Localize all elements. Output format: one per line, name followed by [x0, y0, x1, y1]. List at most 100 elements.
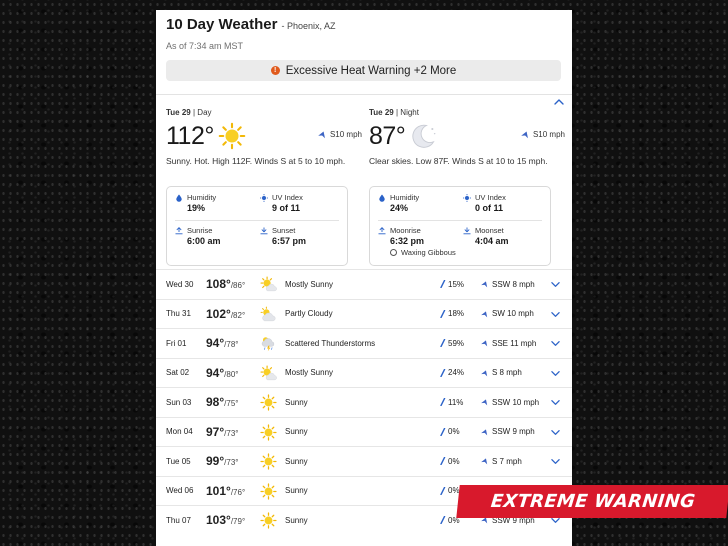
moonset-time: 4:04 am: [475, 236, 509, 246]
precip-drop-icon: [440, 398, 446, 406]
chevron-down-icon[interactable]: [551, 517, 560, 524]
forecast-date: Fri 01: [166, 338, 187, 348]
forecast-precip: 15%: [440, 280, 464, 289]
sunrise-time: 6:00 am: [187, 236, 221, 246]
night-panel-label: Tue 29 | Night: [369, 108, 419, 117]
forecast-row[interactable]: Sat 02 94°/80° Mostly Sunny 24% S 8 mph: [156, 357, 572, 388]
forecast-condition: Sunny: [285, 515, 308, 525]
forecast-row[interactable]: Tue 05 99°/73° Sunny 0% S 7 mph: [156, 446, 572, 476]
chevron-down-icon[interactable]: [551, 399, 560, 406]
forecast-temps: 108°/86°: [206, 277, 245, 291]
forecast-temps: 94°/78°: [206, 336, 238, 350]
page-title: 10 Day Weather: [166, 16, 278, 33]
forecast-condition: Sunny: [285, 486, 308, 496]
forecast-date: Wed 30: [166, 279, 194, 289]
chevron-down-icon[interactable]: [551, 281, 560, 288]
tonight-panel: Tue 29 | Night 87° S10 mph Clear skies. …: [369, 108, 565, 266]
night-humidity: 24%: [390, 203, 409, 213]
forecast-row[interactable]: Thu 31 102°/82° Partly Cloudy 18% SW 10 mph: [156, 298, 572, 329]
wind-direction-icon: [481, 310, 489, 318]
wind-direction-icon: [481, 428, 489, 436]
header: 10 Day Weather - Phoenix, AZ As of 7:34 …: [166, 16, 562, 51]
weather-card: 10 Day Weather - Phoenix, AZ As of 7:34 …: [156, 10, 572, 546]
forecast-high: 102°: [206, 306, 231, 321]
chevron-down-icon[interactable]: [551, 311, 560, 318]
mostly-sunny-icon: [260, 276, 277, 293]
location-label: - Phoenix, AZ: [281, 21, 336, 31]
sun-icon: [260, 512, 277, 529]
heat-warning-alert[interactable]: ! Excessive Heat Warning +2 More: [166, 60, 561, 81]
sun-icon: [260, 394, 277, 411]
forecast-temps: 99°/73°: [206, 454, 238, 468]
forecast-temps: 101°/76°: [206, 484, 245, 498]
partly-cloudy-icon: [260, 306, 277, 323]
forecast-precip: 11%: [440, 398, 463, 407]
forecast-condition: Sunny: [285, 456, 308, 466]
sun-icon: [218, 122, 246, 150]
forecast-condition: Mostly Sunny: [285, 279, 334, 289]
precip-drop-icon: [440, 280, 446, 288]
forecast-condition: Sunny: [285, 397, 308, 407]
forecast-temps: 94°/80°: [206, 366, 238, 380]
thunderstorm-icon: [260, 335, 277, 352]
humidity-icon: [378, 194, 386, 202]
forecast-wind: S 8 mph: [481, 368, 522, 377]
divider: [156, 94, 572, 95]
forecast-precip: 0%: [440, 486, 460, 495]
forecast-low: /80°: [224, 369, 239, 379]
forecast-low: /79°: [230, 517, 246, 527]
forecast-date: Mon 04: [166, 427, 193, 437]
chevron-down-icon[interactable]: [551, 370, 560, 377]
day-humidity: 19%: [187, 203, 206, 213]
forecast-row[interactable]: Fri 01 94°/78° Scattered Thunderstorms 59% S…: [156, 328, 572, 358]
forecast-temps: 97°/73°: [206, 425, 238, 439]
forecast-high: 97°: [206, 424, 225, 439]
forecast-wind: SSW 10 mph: [481, 398, 539, 407]
alert-icon: !: [270, 66, 280, 75]
moonset-icon: [463, 227, 471, 235]
forecast-low: /76°: [230, 487, 246, 497]
precip-drop-icon: [440, 310, 446, 318]
precip-drop-icon: [440, 339, 446, 347]
moonrise-icon: [378, 227, 386, 235]
forecast-precip: 0%: [440, 457, 460, 466]
forecast-wind: SSE 11 mph: [481, 339, 536, 348]
forecast-row[interactable]: Wed 30 108°/86° Mostly Sunny 15% SSW 8 mph: [156, 269, 572, 299]
forecast-date: Sun 03: [166, 397, 192, 407]
forecast-precip: 18%: [440, 309, 464, 318]
moonrise-time: 6:32 pm: [390, 236, 425, 246]
forecast-low: /82°: [230, 310, 246, 320]
forecast-high: 94°: [206, 336, 225, 351]
wind-direction-icon: [481, 369, 489, 377]
chevron-down-icon[interactable]: [551, 458, 560, 465]
forecast-low: /73°: [224, 428, 239, 438]
chevron-down-icon[interactable]: [551, 429, 560, 436]
night-uv-index: 0 of 11: [475, 203, 504, 213]
forecast-wind: SSW 9 mph: [481, 427, 535, 436]
precip-drop-icon: [440, 516, 446, 524]
forecast-high: 103°: [206, 513, 231, 528]
uv-index-icon: [463, 194, 471, 202]
forecast-row[interactable]: Sun 03 98°/75° Sunny 11% SSW 10 mph: [156, 387, 572, 417]
wind-direction-icon: [521, 130, 530, 139]
wind-direction-icon: [481, 339, 489, 347]
forecast-temps: 102°/82°: [206, 307, 245, 321]
forecast-condition: Partly Cloudy: [285, 309, 333, 319]
night-wind: S10 mph: [521, 130, 565, 139]
sun-icon: [260, 424, 277, 441]
alert-text: Excessive Heat Warning +2 More: [285, 64, 457, 77]
wind-direction-icon: [481, 457, 489, 465]
wind-direction-icon: [318, 130, 327, 139]
precip-drop-icon: [440, 487, 446, 495]
moon-icon: [409, 122, 437, 150]
forecast-condition: Sunny: [285, 427, 308, 437]
forecast-condition: Mostly Sunny: [285, 368, 334, 378]
forecast-row[interactable]: Mon 04 97°/73° Sunny 0% SSW 9 mph: [156, 416, 572, 447]
forecast-high: 108°: [206, 277, 231, 292]
chevron-down-icon[interactable]: [551, 340, 560, 347]
moon-phase: Waxing Gibbous: [390, 248, 542, 257]
forecast-high: 98°: [206, 395, 225, 410]
day-temperature: 112°: [166, 121, 214, 150]
chevron-up-icon[interactable]: [554, 98, 564, 106]
forecast-high: 94°: [206, 365, 225, 380]
